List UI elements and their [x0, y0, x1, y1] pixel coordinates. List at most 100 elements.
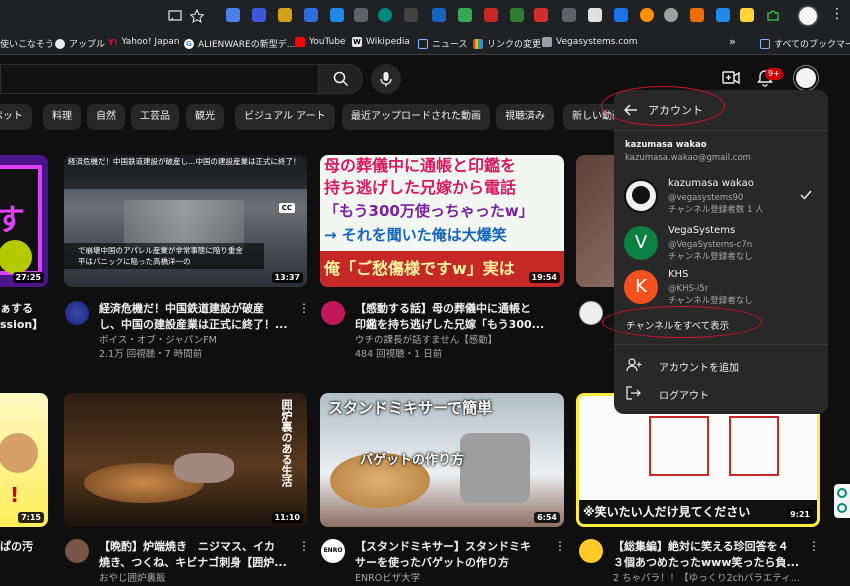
divider — [614, 130, 828, 131]
search-button[interactable] — [318, 64, 363, 94]
extension-icon[interactable] — [534, 8, 548, 22]
video-thumbnail[interactable]: す 27:25 — [0, 155, 48, 287]
video-menu-icon[interactable]: ⋮ — [554, 539, 566, 553]
video-menu-icon[interactable]: ⋮ — [298, 539, 310, 553]
chip[interactable]: ペット — [0, 104, 32, 130]
menu-kebab-icon[interactable]: ⋮ — [830, 6, 844, 22]
create-video-icon[interactable] — [722, 70, 740, 86]
channel-avatar[interactable] — [579, 539, 603, 563]
bookmark-folder[interactable]: ニュース — [418, 37, 468, 50]
bookmark-item[interactable]: YouTube — [295, 37, 346, 47]
channel-avatar[interactable]: ENRO — [321, 539, 345, 563]
search-icon — [333, 71, 348, 87]
video-thumbnail[interactable]: ! 7:15 — [0, 393, 48, 527]
bookmark-star-icon[interactable] — [190, 9, 204, 23]
video-stats: 2.1万 回視聴・7 時間前 — [99, 349, 203, 360]
extension-icon[interactable] — [330, 8, 344, 22]
video-duration: 9:21 — [787, 509, 813, 520]
chip[interactable]: 自然 — [87, 104, 125, 130]
extension-icon[interactable] — [432, 8, 446, 22]
extension-icon[interactable] — [378, 8, 392, 22]
profile-avatar[interactable] — [797, 5, 819, 27]
channel-avatar[interactable] — [579, 301, 603, 325]
account-item[interactable]: V VegaSystems @VegaSystems-c7n チャンネル登録者な… — [614, 221, 828, 265]
youtube-icon — [295, 37, 305, 47]
chip[interactable]: 観光 — [186, 104, 224, 130]
extension-icon[interactable] — [278, 8, 292, 22]
extension-icon[interactable] — [404, 8, 418, 22]
channel-avatar[interactable] — [65, 301, 89, 325]
video-title[interactable]: 【晩酌】炉端焼き ニジマス、イカ 焼き、つくね、キビナゴ刺身【囲炉... — [99, 539, 295, 571]
extension-icon[interactable] — [226, 8, 240, 22]
chip[interactable]: 視聴済み — [496, 104, 554, 130]
account-switcher-panel: アカウント kazumasa wakao kazumasa.wakao@gmai… — [614, 90, 828, 414]
video-menu-icon[interactable]: ⋮ — [808, 539, 820, 553]
more-bookmarks-button[interactable]: » — [729, 35, 736, 48]
channel-name[interactable]: ボイス・オブ・ジャパンFM — [99, 334, 217, 348]
video-thumbnail[interactable]: 囲炉裏のある生活 11:10 — [64, 393, 307, 527]
bookmark-item[interactable]: G ALIENWAREの新型デ... — [184, 37, 295, 50]
folder-icon — [760, 38, 770, 49]
chip[interactable]: 工芸品 — [131, 104, 179, 130]
apple-icon — [55, 38, 65, 49]
video-menu-icon[interactable]: ⋮ — [298, 301, 310, 315]
extension-icon[interactable] — [354, 8, 368, 22]
extension-icon[interactable] — [614, 8, 628, 22]
python-icon[interactable] — [740, 8, 754, 22]
extension-icon[interactable] — [304, 8, 318, 22]
video-thumbnail[interactable]: 経済危機だ！中国鉄道建設が破産し…中国の建設産業は正式に終了！ で崩壊中国のアパ… — [64, 155, 307, 287]
channel-name[interactable]: ウチの課長が話すません【感動】 — [355, 334, 497, 348]
microphone-icon — [380, 72, 392, 87]
video-title[interactable]: ぁする ssion】 — [0, 301, 56, 333]
video-thumbnail[interactable]: 母の葬儀中に通帳と印鑑を 持ち逃げした兄嫁から電話 「もう300万使っちゃったw… — [320, 155, 564, 287]
video-duration: 11:10 — [271, 512, 303, 523]
chip[interactable]: 最近アップロードされた動画 — [342, 104, 490, 130]
bookmarks-bar: 使いこなそう アップル Y! Yahoo! Japan G ALIENWAREの新型… — [0, 33, 850, 55]
bookmark-item[interactable]: W Wikipedia — [352, 37, 410, 47]
voice-search-button[interactable] — [371, 64, 401, 94]
divider — [614, 344, 828, 345]
bookmark-item[interactable]: Vegasystems.com — [542, 37, 638, 47]
search-input[interactable] — [0, 64, 318, 94]
show-all-channels-button[interactable]: チャンネルをすべて表示 — [614, 314, 828, 336]
yahoo-icon: Y! — [108, 37, 118, 47]
extension-icon[interactable] — [690, 8, 704, 22]
add-account-button[interactable]: アカウントを追加 — [614, 353, 828, 379]
bookmark-item[interactable]: Y! Yahoo! Japan — [108, 37, 180, 47]
video-title[interactable]: 【総集編】絶対に笑える珍回答を４ ３個あつめたったwww笑ったら負... — [613, 539, 809, 571]
extension-icon[interactable] — [664, 8, 678, 22]
video-title[interactable]: ぱの汚 — [0, 539, 56, 555]
channel-avatar[interactable] — [321, 301, 345, 325]
chip[interactable]: 料理 — [43, 104, 81, 130]
extension-icon[interactable] — [562, 8, 576, 22]
video-title[interactable]: 【スタンドミキサー】スタンドミキ サーを使ったバゲットの作り方 — [355, 539, 551, 571]
extensions-puzzle-icon[interactable] — [766, 8, 780, 22]
bookmark-item[interactable]: 使いこなそう — [0, 37, 54, 50]
logout-button[interactable]: ログアウト — [614, 381, 828, 407]
account-item[interactable]: K KHS @KHS-i5r チャンネル登録者なし — [614, 265, 828, 309]
video-title[interactable]: 【感動する話】母の葬儀中に通帳と 印鑑を持ち逃げした兄嫁「もう300... — [355, 301, 551, 333]
bookmark-item[interactable]: リンクの変更 — [473, 37, 541, 50]
link-icon — [473, 38, 483, 49]
extension-icon[interactable] — [588, 8, 602, 22]
extension-icon[interactable] — [640, 8, 654, 22]
extension-icon[interactable] — [252, 8, 266, 22]
account-item[interactable]: kazumasa wakao @vegasystems90 チャンネル登録者数 … — [614, 172, 828, 220]
side-widget[interactable] — [834, 484, 850, 518]
all-bookmarks-folder[interactable]: すべてのブックマーク — [760, 37, 850, 50]
extension-icon[interactable] — [510, 8, 524, 22]
account-avatar: V — [624, 226, 658, 260]
extension-icon[interactable] — [484, 8, 498, 22]
drive-icon[interactable] — [458, 8, 472, 22]
folder-icon — [418, 38, 428, 49]
channel-avatar[interactable] — [65, 539, 89, 563]
back-to-account-button[interactable]: アカウント — [614, 94, 828, 126]
account-avatar-button[interactable] — [794, 66, 818, 90]
chip[interactable]: ビジュアル アート — [235, 104, 335, 130]
video-title[interactable]: 経済危機だ！中国鉄道建設が破産 し、中国の建設産業は正式に終了！... — [99, 301, 294, 333]
bookmark-item[interactable]: アップル — [55, 37, 105, 50]
video-thumbnail[interactable]: スタンドミキサーで簡単 バゲットの作り方 6:54 — [320, 393, 564, 527]
cast-icon[interactable] — [168, 9, 182, 23]
extension-icon[interactable] — [716, 8, 730, 22]
video-duration: 6:54 — [534, 512, 560, 523]
